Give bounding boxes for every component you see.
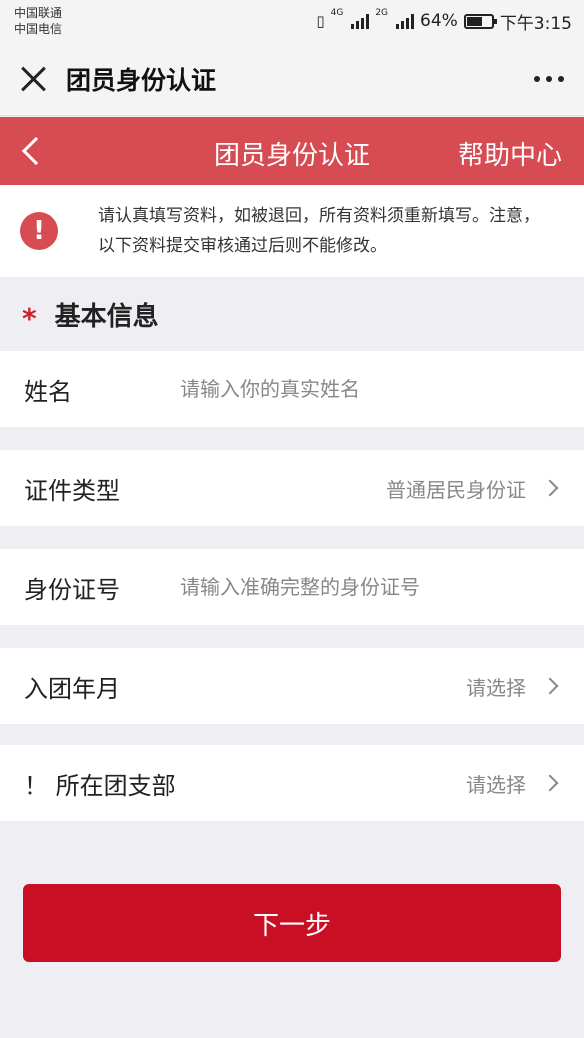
next-step-button[interactable]: 下一步 [23,884,561,962]
name-label: 姓名 [24,377,72,406]
id-type-label: 证件类型 [24,476,120,505]
notice-banner: ! 请认真填写资料，如被退回，所有资料须重新填写。注意，以下资料提交审核通过后则… [0,185,584,277]
id-number-row: 身份证号 [0,549,584,625]
required-asterisk: * [22,301,37,335]
chevron-right-icon [541,774,559,792]
help-center-link[interactable]: 帮助中心 [458,135,562,172]
battery-percent: 64% [420,11,458,31]
section-title: 基本信息 [54,301,159,332]
wechat-page-title: 团员身份认证 [66,65,217,95]
section-header: * 基本信息 [0,277,584,351]
back-icon[interactable] [21,136,51,166]
join-date-label: 入团年月 [24,674,120,703]
name-input[interactable] [180,377,560,401]
id-type-row[interactable]: 证件类型 普通居民身份证 [0,450,584,526]
warning-icon: ! [20,212,58,250]
join-date-value: 请选择 [466,675,526,700]
chevron-right-icon [541,479,559,497]
status-indicators: ▯ 4G 2G 64% 下午3:15 [316,7,572,34]
clock: 下午3:15 [499,13,572,34]
battery-icon [463,13,497,29]
carrier-names: 中国联通 中国电信 [14,5,62,37]
join-date-row[interactable]: 入团年月 请选择 [0,648,584,724]
signal-icon [351,13,370,29]
status-bar: 中国联通 中国电信 ▯ 4G 2G 64% 下午3:15 [0,0,584,42]
id-number-input[interactable] [180,575,560,599]
signal-icon [396,13,415,29]
branch-row[interactable]: ！ 所在团支部 请选择 [0,745,584,821]
branch-label: ！ 所在团支部 [24,771,176,800]
chevron-right-icon [541,677,559,695]
notice-text: 请认真填写资料，如被退回，所有资料须重新填写。注意，以下资料提交审核通过后则不能… [98,206,540,256]
carrier-1: 中国联通 [14,6,63,20]
id-type-value: 普通居民身份证 [386,477,526,502]
name-row: 姓名 [0,351,584,427]
app-header: 团员身份认证 帮助中心 [0,117,584,185]
id-number-label: 身份证号 [24,575,120,604]
network-type-2: 2G [375,7,389,18]
wechat-title-bar: 团员身份认证 [0,42,584,116]
network-type-1: 4G [330,7,344,18]
branch-value: 请选择 [466,772,526,797]
carrier-2: 中国电信 [14,22,63,36]
vibrate-icon: ▯ [316,12,325,30]
close-icon[interactable] [20,65,48,93]
more-options-icon[interactable] [534,66,564,92]
